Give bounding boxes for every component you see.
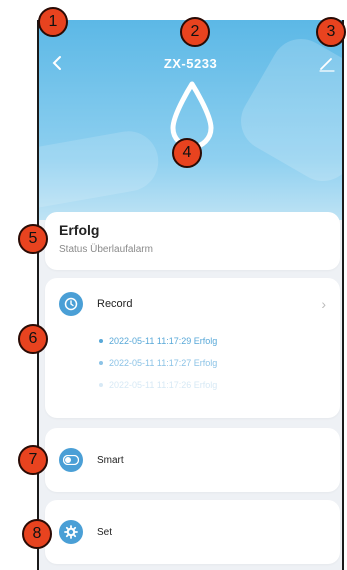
settings-card[interactable]: Set [45, 500, 340, 564]
annotation-badge: 5 [18, 224, 48, 254]
list-item: 2022-05-11 11:17:27 Erfolg [99, 352, 326, 374]
device-title: ZX-5233 [163, 56, 218, 71]
status-card: Erfolg Status Überlaufalarm [45, 212, 340, 270]
list-item: 2022-05-11 11:17:26 Erfolg [99, 374, 326, 396]
edit-button[interactable] [316, 52, 338, 74]
chevron-right-icon[interactable]: › [321, 296, 326, 312]
annotation-badge: 2 [180, 17, 210, 47]
smart-card[interactable]: Smart [45, 428, 340, 492]
annotation-badge: 1 [38, 7, 68, 37]
record-list: 2022-05-11 11:17:29 Erfolg 2022-05-11 11… [99, 330, 326, 396]
smart-label: Smart [97, 454, 124, 466]
clock-icon [59, 292, 83, 316]
settings-label: Set [97, 526, 113, 538]
record-label: Record [97, 298, 133, 310]
device-header: ZX-5233 [39, 20, 342, 220]
toggle-icon [59, 448, 83, 472]
phone-screen: ZX-5233 Erfolg Status Überlaufalarm Reco… [37, 20, 344, 570]
annotation-badge: 4 [172, 138, 202, 168]
list-item: 2022-05-11 11:17:29 Erfolg [99, 330, 326, 352]
annotation-badge: 8 [22, 519, 52, 549]
status-label: Status Überlaufalarm [59, 244, 153, 255]
annotation-badge: 3 [316, 17, 346, 47]
header-decoration [39, 126, 163, 214]
status-value: Erfolg [59, 222, 100, 238]
record-card[interactable]: Record › 2022-05-11 11:17:29 Erfolg 2022… [45, 278, 340, 418]
gear-icon [59, 520, 83, 544]
annotation-badge: 6 [18, 324, 48, 354]
annotation-badge: 7 [18, 445, 48, 475]
pencil-icon [319, 58, 335, 72]
